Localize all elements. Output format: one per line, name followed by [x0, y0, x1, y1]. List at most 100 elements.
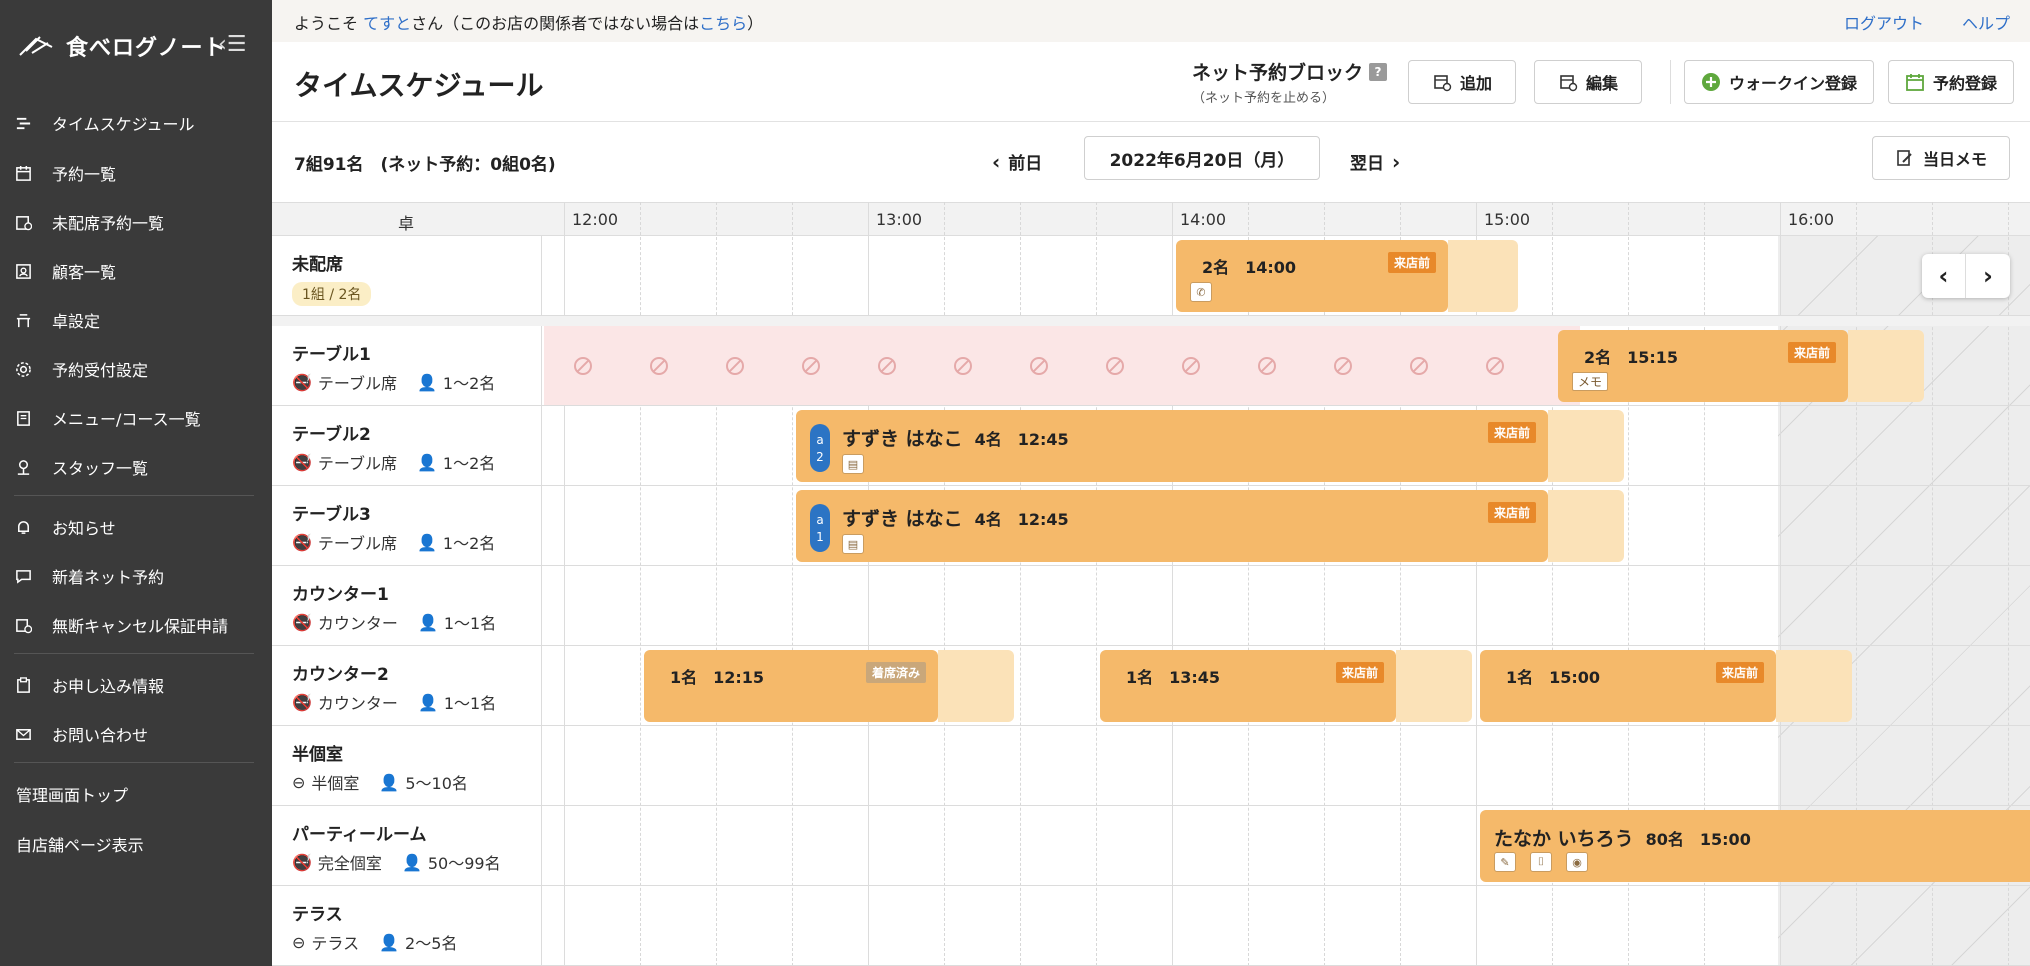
blocked-slot-icon[interactable] — [1486, 357, 1504, 375]
reservation-block[interactable]: 1名 15:00 来店前 — [1480, 650, 1776, 722]
person-icon: 👤 — [416, 532, 437, 552]
blocked-slot-icon[interactable] — [1258, 357, 1276, 375]
blocked-slot-icon[interactable] — [726, 357, 744, 375]
sidebar-item-timeschedule[interactable]: タイムスケジュール — [14, 110, 195, 136]
blocked-slot-icon[interactable] — [878, 357, 896, 375]
sidebar-item-unassigned[interactable]: 未配席予約一覧 — [14, 209, 164, 235]
sidebar-item-reception-settings[interactable]: 予約受付設定 — [14, 356, 148, 382]
status-badge: 来店前 — [1335, 662, 1384, 683]
scroll-left-button[interactable]: ‹ — [1922, 254, 1966, 298]
welcome-middle: さん（このお店の関係者ではない場合は — [411, 14, 700, 33]
reservation-register-button[interactable]: 予約登録 — [1888, 60, 2014, 104]
blocked-slot-icon[interactable] — [1030, 357, 1048, 375]
row-name: カウンター1 — [292, 585, 389, 605]
reservation-summary: 1名 12:15 — [670, 668, 765, 687]
blocked-slot-icon[interactable] — [954, 357, 972, 375]
add-label: 追加 — [1459, 74, 1492, 93]
seat-type: 半個室 — [311, 774, 360, 793]
reservation-buffer — [1776, 650, 1852, 722]
no-smoking-icon: 🚭 — [292, 692, 312, 712]
walkin-register-button[interactable]: ウォークイン登録 — [1684, 60, 1874, 104]
blocked-slot-icon[interactable] — [1334, 357, 1352, 375]
reservation-block[interactable]: 1名 13:45 来店前 — [1100, 650, 1396, 722]
calendar-icon — [14, 164, 32, 182]
row-name: テーブル2 — [292, 425, 371, 445]
reservation-block[interactable]: 2名 15:15 来店前 メモ — [1558, 330, 1848, 402]
status-badge: 来店前 — [1787, 342, 1836, 363]
blocked-slot-icon[interactable] — [574, 357, 592, 375]
daily-memo-button[interactable]: 当日メモ — [1872, 136, 2010, 180]
edit-block-button[interactable]: 編集 — [1534, 60, 1642, 104]
not-related-link[interactable]: こちら — [699, 14, 747, 33]
sidebar-item-staff[interactable]: スタッフ一覧 — [14, 454, 148, 480]
chevron-left-icon: ‹ — [1938, 262, 1949, 290]
sidebar-item-label: 未配席予約一覧 — [52, 214, 165, 233]
blocked-slot-icon[interactable] — [650, 357, 668, 375]
scroll-right-button[interactable]: › — [1966, 254, 2010, 298]
blocked-slot-icon[interactable] — [1182, 357, 1200, 375]
sidebar-item-customers[interactable]: 顧客一覧 — [14, 258, 116, 284]
status-badge: 来店前 — [1487, 502, 1536, 523]
row-label: テーブル3 🚭 テーブル席 👤 1〜2名 — [272, 486, 542, 565]
chevron-right-icon: › — [1392, 149, 1401, 174]
logout-link[interactable]: ログアウト — [1844, 10, 1924, 34]
sidebar-item-application-info[interactable]: お申し込み情報 — [14, 672, 164, 698]
sidebar-divider — [14, 653, 254, 654]
sidebar-link-admin-top[interactable]: 管理画面トップ — [16, 782, 128, 806]
reservation-block[interactable]: a2 すずき はなこ 4名 12:45 来店前 ▤ — [796, 410, 1548, 482]
welcome-message: ようこそ てすとさん（このお店の関係者ではない場合はこちら） — [294, 10, 763, 34]
add-block-button[interactable]: 追加 — [1408, 60, 1516, 104]
sidebar-item-new-net-reservations[interactable]: 新着ネット予約 — [14, 563, 164, 589]
reservation-block[interactable]: 2名 14:00 来店前 ✆ — [1176, 240, 1448, 312]
pill-bottom: 1 — [816, 529, 824, 544]
sidebar-item-label: 新着ネット予約 — [52, 568, 165, 587]
logo-text: 食べログノート — [66, 36, 227, 61]
sidebar-item-cancel-guarantee[interactable]: 無断キャンセル保証申請 — [14, 612, 228, 638]
help-link[interactable]: ヘルプ — [1962, 10, 2010, 34]
blocked-slot-icon[interactable] — [802, 357, 820, 375]
blocked-slot-icon[interactable] — [1106, 357, 1124, 375]
blocked-slot-icon[interactable] — [1410, 357, 1428, 375]
sidebar-item-label: 予約一覧 — [52, 165, 117, 184]
next-day-button[interactable]: 翌日 › — [1350, 149, 1401, 175]
row-label: テーブル1 🚭 テーブル席 👤 1〜2名 — [272, 326, 542, 405]
row-name: パーティールーム — [292, 825, 427, 845]
reservation-block[interactable]: 1名 12:15 着席済み — [644, 650, 938, 722]
sidebar-divider — [14, 495, 254, 496]
no-smoking-icon: 🚭 — [292, 852, 312, 872]
address-book-icon — [14, 262, 32, 280]
sidebar-item-label: スタッフ一覧 — [52, 459, 149, 478]
course-pill: a1 — [810, 504, 830, 552]
seat-type: テラス — [311, 934, 360, 953]
sidebar-item-menu[interactable]: メニュー/コース一覧 — [14, 405, 201, 431]
sidebar-link-store-page[interactable]: 自店舗ページ表示 — [16, 832, 144, 856]
user-name-link[interactable]: てすと — [363, 14, 411, 33]
date-picker[interactable]: 2022年6月20日（月） — [1084, 136, 1320, 180]
previous-day-button[interactable]: ‹ 前日 — [992, 149, 1042, 175]
row-name: テーブル1 — [292, 345, 371, 365]
walkin-label: ウォークイン登録 — [1728, 74, 1857, 93]
reservation-block[interactable]: たなか いちろう 80名 15:00 ✎ ⌷ ◉ — [1480, 810, 2030, 882]
sidebar-item-table-settings[interactable]: 卓設定 — [14, 307, 100, 333]
help-icon[interactable]: ? — [1369, 62, 1388, 81]
sidebar-item-label: お申し込み情報 — [52, 677, 165, 696]
capacity-value: 50〜99名 — [427, 854, 501, 873]
reservation-buffer — [1848, 330, 1924, 402]
sidebar-item-contact[interactable]: お問い合わせ — [14, 721, 148, 747]
reservation-block[interactable]: a1 すずき はなこ 4名 12:45 来店前 ▤ — [796, 490, 1548, 562]
capacity-value: 1〜2名 — [442, 534, 496, 553]
capacity-value: 1〜2名 — [442, 374, 496, 393]
capacity: 👤 1〜2名 — [417, 370, 495, 394]
collapse-menu-icon[interactable]: ‹☰ — [218, 32, 247, 57]
staff-icon — [14, 458, 32, 476]
row-details: 🚭 テーブル席 👤 1〜2名 — [292, 370, 495, 394]
sidebar-item-reservations[interactable]: 予約一覧 — [14, 160, 116, 186]
unassigned-count-badge: 1組 / 2名 — [292, 282, 372, 306]
capacity: 👤 1〜1名 — [418, 690, 496, 714]
logo[interactable]: 食べログノート — [18, 30, 227, 62]
mail-icon — [14, 725, 32, 743]
sidebar-item-notices[interactable]: お知らせ — [14, 514, 116, 540]
app-root: 食べログノート ‹☰ タイムスケジュール 予約一覧 未配席予約一覧 顧客一覧 卓… — [0, 0, 2030, 966]
capacity-value: 5〜10名 — [405, 774, 468, 793]
sidebar-item-label: 卓設定 — [52, 312, 101, 331]
